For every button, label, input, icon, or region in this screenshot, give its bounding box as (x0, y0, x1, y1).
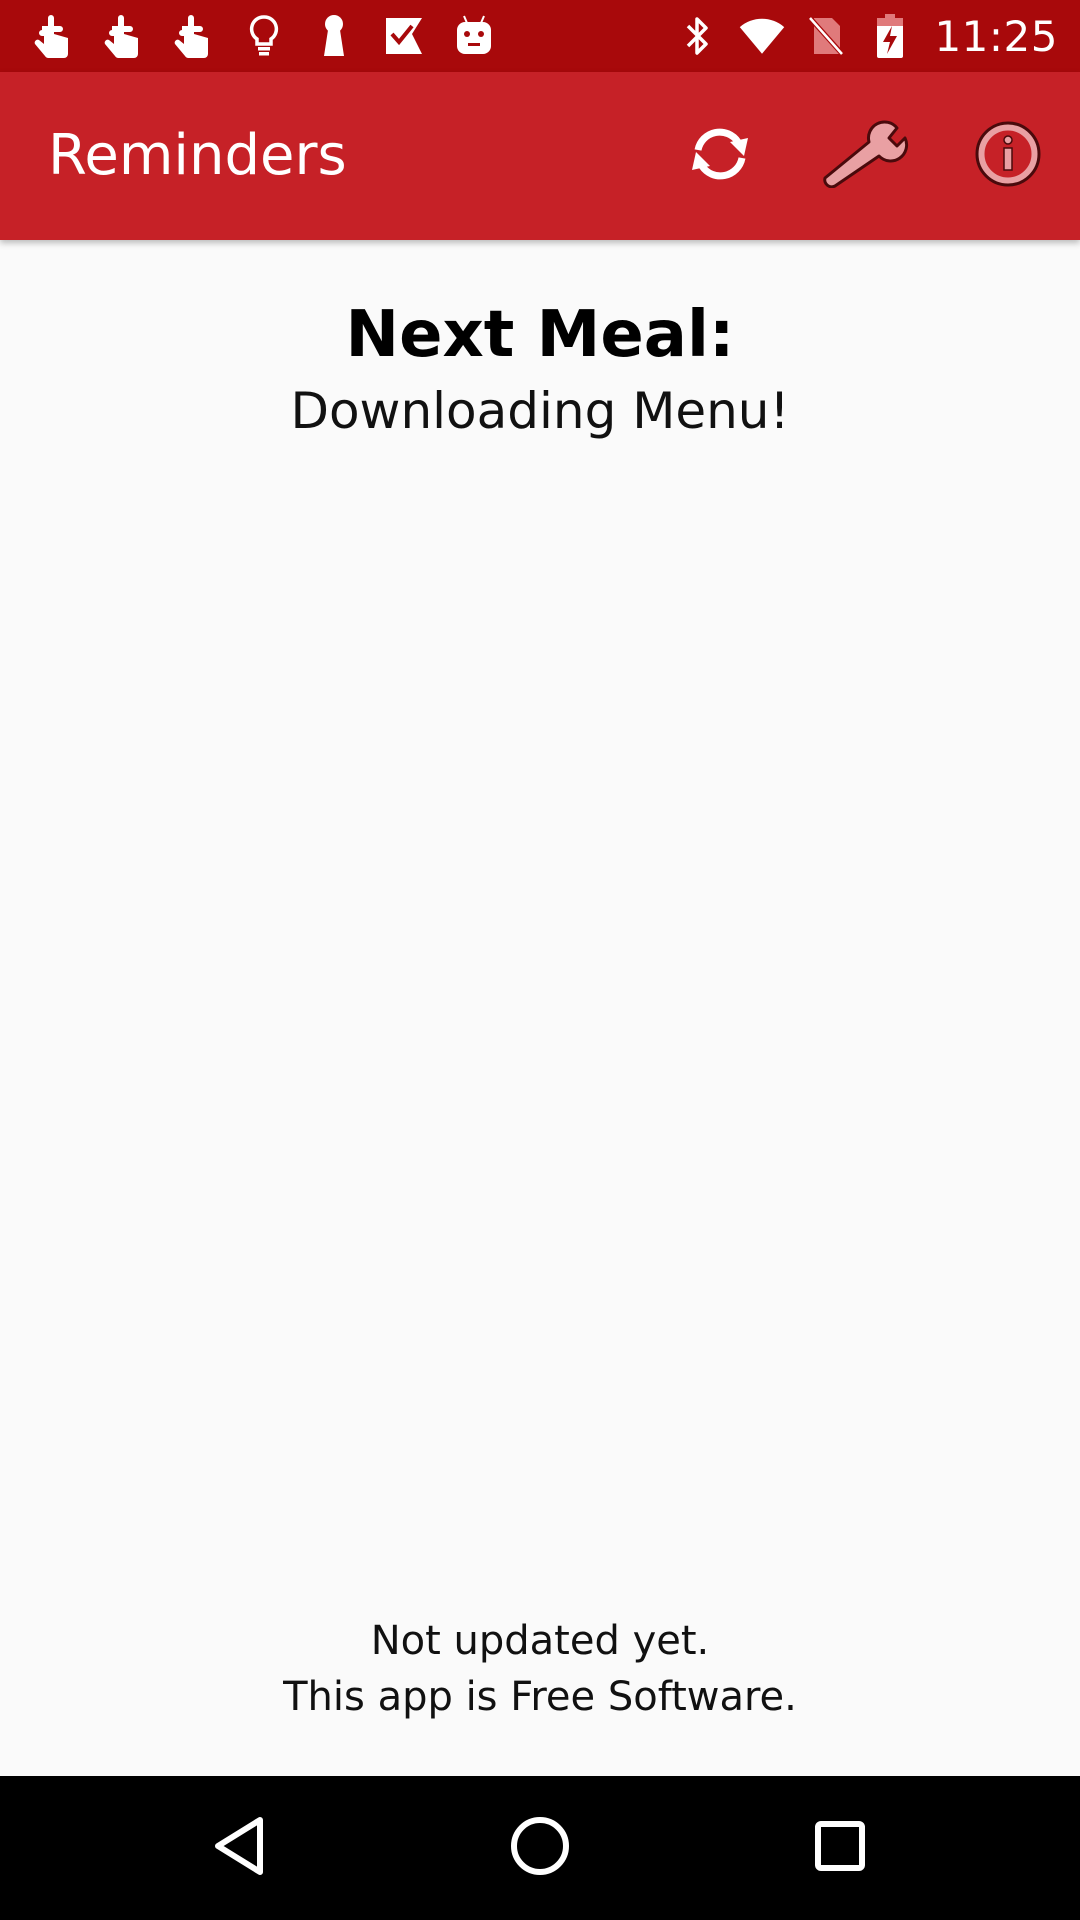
home-button[interactable] (490, 1798, 590, 1898)
back-button[interactable] (190, 1798, 290, 1898)
lightbulb-icon (240, 12, 288, 60)
battery-charging-icon (866, 12, 914, 60)
check-flag-icon (380, 12, 428, 60)
bluetooth-icon (674, 12, 722, 60)
update-status-text: Not updated yet. (370, 1618, 710, 1664)
app-bar: Reminders (0, 72, 1080, 240)
no-sim-icon (802, 12, 850, 60)
system-icons: 11:25 (674, 11, 1058, 61)
clock: 11:25 (934, 11, 1058, 61)
refresh-button[interactable] (672, 108, 768, 204)
menu-status-text: Downloading Menu! (290, 382, 790, 440)
keyhole-icon (310, 12, 358, 60)
info-button[interactable] (960, 108, 1056, 204)
status-bar: 11:25 (0, 0, 1080, 72)
info-icon (973, 119, 1043, 193)
wifi-icon (738, 12, 786, 60)
next-meal-heading: Next Meal: (345, 298, 735, 372)
app-title: Reminders (48, 123, 347, 188)
wrench-icon (819, 120, 909, 192)
screen: 11:25 Reminders Next Meal: Downloading M… (0, 0, 1080, 1920)
license-note-text[interactable]: This app is Free Software. (0, 1674, 1080, 1720)
android-icon (450, 12, 498, 60)
recents-button[interactable] (790, 1798, 890, 1898)
touch-icon (100, 12, 148, 60)
back-icon (210, 1814, 270, 1882)
notification-icons (30, 12, 498, 60)
refresh-icon (686, 124, 754, 188)
home-icon (508, 1814, 572, 1882)
main-content: Next Meal: Downloading Menu! Not updated… (0, 240, 1080, 1776)
navigation-bar (0, 1776, 1080, 1920)
recents-icon (810, 1816, 870, 1880)
touch-icon (30, 12, 78, 60)
touch-icon (170, 12, 218, 60)
settings-button[interactable] (816, 108, 912, 204)
